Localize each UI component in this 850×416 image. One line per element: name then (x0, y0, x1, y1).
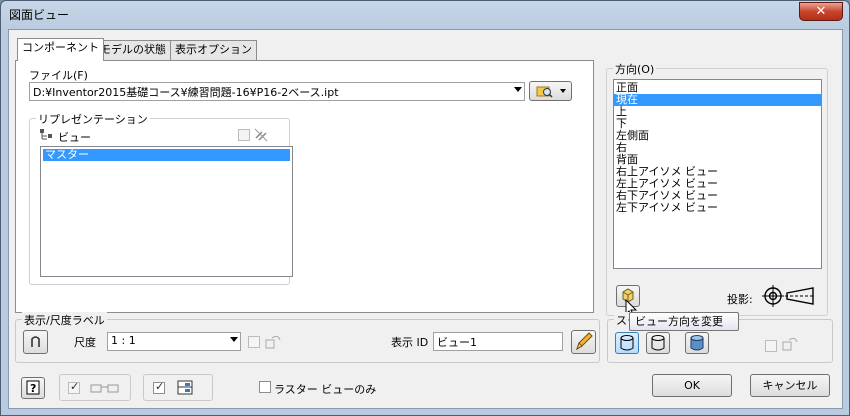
edit-label-button[interactable] (23, 330, 48, 354)
list-item[interactable]: 上 (614, 106, 821, 118)
first-angle-projection-icon[interactable] (762, 285, 784, 307)
edit-view-label-button[interactable] (571, 330, 596, 354)
title-bar[interactable]: 図面ビュー ✕ (1, 1, 849, 27)
cylinder-outline-icon (651, 335, 665, 351)
ok-button[interactable]: OK (652, 374, 732, 397)
browse-file-button[interactable] (529, 81, 572, 101)
cancel-button[interactable]: キャンセル (750, 374, 830, 397)
raster-view-label: ラスター ビューのみ (274, 383, 377, 396)
scale-label: 尺度 (74, 336, 96, 349)
style-hidden-line-removed-button[interactable] (646, 332, 670, 354)
scale-visibility-checkbox[interactable] (248, 336, 260, 348)
list-item[interactable]: 正面 (614, 82, 821, 94)
style-from-base-checkbox[interactable] (765, 340, 777, 352)
view-justification-group (143, 374, 213, 401)
tab-display-options[interactable]: 表示オプション (170, 40, 257, 60)
help-button[interactable]: ? (21, 377, 45, 399)
glasses-icon (90, 384, 119, 393)
list-item[interactable]: 右 (614, 142, 821, 154)
third-angle-projection-icon[interactable] (785, 285, 815, 307)
orientation-list[interactable]: 正面 現在 上 下 左側面 右 背面 右上アイソメ ビュー 左上アイソメ ビュー… (613, 79, 822, 269)
associative-link-icon (254, 128, 268, 142)
orientation-group: 方向(O) 正面 現在 上 下 左側面 右 背面 右上アイソメ ビュー 左上アイ… (606, 61, 828, 318)
tab-model-state[interactable]: モデルの状態 (95, 40, 171, 60)
dialog-client-area: コンポーネント モデルの状態 表示オプション ファイル(F) D:¥Invent… (8, 29, 843, 409)
pencil-icon (576, 332, 593, 351)
view-tree-icon (40, 129, 52, 140)
representation-group-title: リプレゼンテーション (36, 111, 150, 127)
cylinder-hidden-line-icon (620, 335, 634, 351)
style-hidden-line-button[interactable] (615, 332, 639, 354)
folder-search-icon (536, 86, 566, 98)
tab-component[interactable]: コンポーネント (17, 38, 104, 61)
scale-value: 1 : 1 (111, 334, 136, 347)
window-title: 図面ビュー (9, 8, 70, 22)
help-icon: ? (26, 380, 40, 395)
view-justification-icon (177, 380, 193, 395)
display-id-label: 表示 ID (391, 336, 429, 349)
display-id-value: ビュー1 (437, 336, 477, 349)
view-column-label: ビュー (58, 131, 91, 144)
component-tab-panel: ファイル(F) D:¥Inventor2015基礎コース¥練習問題-16¥P16… (15, 60, 594, 313)
close-button[interactable]: ✕ (799, 2, 843, 21)
file-label: ファイル(F) (29, 69, 88, 82)
change-view-orientation-tooltip: ビュー方向を変更 (629, 312, 739, 331)
raster-view-checkbox[interactable] (259, 381, 271, 393)
thread-options-group (59, 374, 131, 401)
chevron-down-icon[interactable] (230, 337, 238, 342)
representation-list[interactable]: マスター (40, 146, 293, 277)
list-item[interactable]: 左下アイソメ ビュー (614, 202, 821, 214)
representation-checkbox[interactable] (238, 129, 250, 141)
file-combo[interactable]: D:¥Inventor2015基礎コース¥練習問題-16¥P16-2ベース.ip… (29, 82, 525, 101)
chevron-down-icon[interactable] (514, 87, 522, 92)
view-justification-checkbox[interactable] (153, 380, 165, 394)
cylinder-shaded-icon (690, 335, 704, 351)
label-group: 表示/尺度ラベル 尺度 1 : 1 表示 ID ビュー1 (15, 312, 600, 363)
dialog-window: 図面ビュー ✕ コンポーネント モデルの状態 表示オプション ファイル(F) D… (0, 0, 850, 416)
svg-text:?: ? (30, 382, 36, 395)
projection-label: 投影: (727, 293, 753, 306)
style-shaded-button[interactable] (685, 332, 709, 354)
label-tag-icon (31, 336, 40, 347)
orientation-group-title: 方向(O) (613, 61, 657, 77)
scale-link-icon (265, 335, 281, 349)
display-id-input[interactable]: ビュー1 (433, 332, 563, 351)
representation-group: リプレゼンテーション ビュー マスター (29, 111, 293, 285)
list-item[interactable]: 左側面 (614, 130, 821, 142)
thread-feature-checkbox[interactable] (68, 380, 80, 394)
style-link-icon (782, 337, 798, 351)
list-item[interactable]: 現在 (614, 94, 821, 106)
file-value: D:¥Inventor2015基礎コース¥練習問題-16¥P16-2ベース.ip… (33, 86, 339, 99)
list-item[interactable]: マスター (43, 149, 290, 161)
label-group-title: 表示/尺度ラベル (22, 312, 107, 328)
scale-combo[interactable]: 1 : 1 (107, 332, 241, 351)
